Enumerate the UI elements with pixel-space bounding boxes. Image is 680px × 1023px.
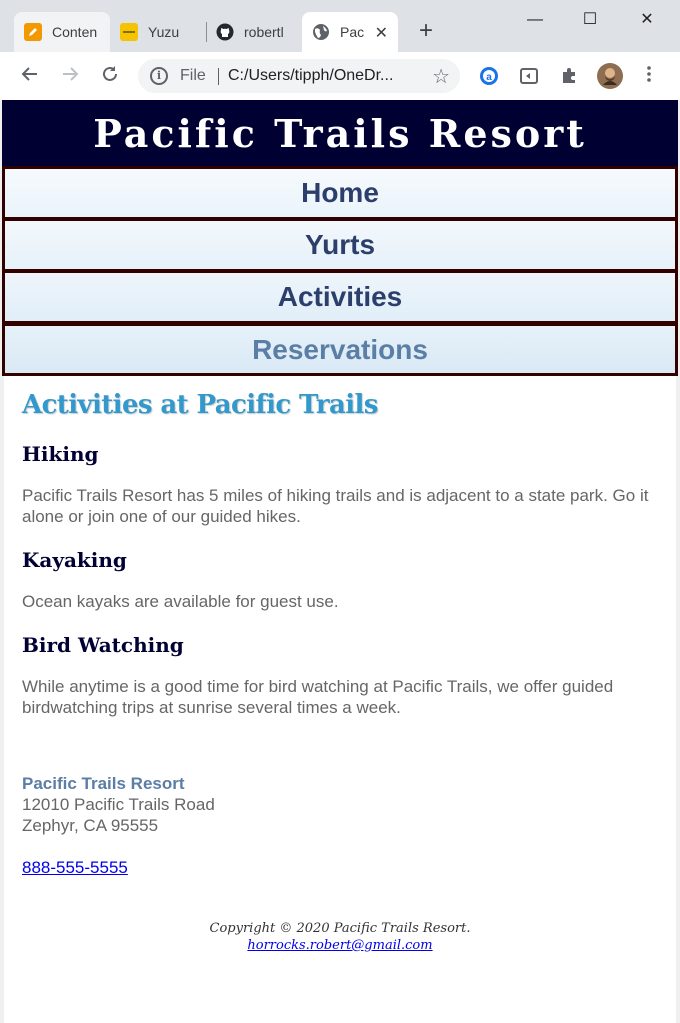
github-icon	[216, 23, 234, 41]
close-tab-icon[interactable]: ✕	[375, 23, 388, 43]
extension-a-icon[interactable]: a	[479, 66, 499, 86]
nav-home-link[interactable]: Home	[5, 169, 675, 217]
reload-icon[interactable]	[98, 64, 122, 88]
page-viewport: Pacific Trails Resort Home Yurts Activit…	[0, 100, 680, 1023]
contact-street: 12010 Pacific Trails Road	[22, 795, 215, 814]
hiking-text: Pacific Trails Resort has 5 miles of hik…	[22, 486, 649, 526]
tab-content[interactable]: Conten	[14, 12, 110, 52]
tab-yuzu[interactable]: Yuzu	[110, 12, 206, 52]
site-header: Pacific Trails Resort	[2, 100, 678, 166]
page-heading: Activities at Pacific Trails	[22, 390, 378, 420]
tab-title: Yuzu	[148, 24, 180, 40]
kayaking-heading: Kayaking	[22, 548, 127, 572]
phone-link[interactable]: 888-555-5555	[22, 857, 658, 878]
tab-github[interactable]: robertl	[206, 12, 302, 52]
site-footer: Copyright © 2020 Pacific Trails Resort. …	[0, 920, 680, 954]
contact-city: Zephyr, CA 95555	[22, 816, 159, 835]
minimize-button[interactable]: —	[523, 8, 547, 32]
hiking-heading: Hiking	[22, 442, 99, 466]
globe-icon	[312, 23, 330, 41]
contact-info: Pacific Trails Resort 12010 Pacific Trai…	[22, 773, 658, 878]
puzzle-extensions-icon[interactable]	[559, 66, 579, 86]
nav-reservations-link[interactable]: Reservations	[5, 326, 675, 373]
bookmark-star-icon[interactable]: ☆	[432, 64, 450, 89]
forward-arrow-icon[interactable]	[58, 64, 82, 88]
new-tab-button[interactable]: +	[414, 19, 438, 44]
main-content: Activities at Pacific Trails Hiking Paci…	[22, 390, 658, 718]
tab-title: Pac	[340, 24, 365, 40]
info-icon[interactable]: i	[150, 67, 168, 85]
nav-activities-link[interactable]: Activities	[5, 273, 675, 321]
scheme-label: File	[180, 67, 206, 84]
tab-active[interactable]: Pac ✕	[302, 12, 398, 52]
address-bar[interactable]: i File C:/Users/tipph/OneDr... ☆	[138, 59, 460, 93]
yuzu-icon	[120, 23, 138, 41]
tab-title: Conten	[52, 24, 98, 40]
kayaking-text: Ocean kayaks are available for guest use…	[22, 592, 339, 611]
copyright-text: Copyright © 2020 Pacific Trails Resort.	[209, 921, 471, 936]
tab-strip: Conten Yuzu robertl Pac ✕ + — ☐ ✕	[0, 0, 680, 52]
tab-title: robertl	[244, 24, 284, 40]
maximize-button[interactable]: ☐	[578, 8, 602, 32]
site-title: Pacific Trails Resort	[93, 110, 587, 156]
email-link[interactable]: horrocks.robert@gmail.com	[247, 938, 432, 953]
cast-icon[interactable]	[519, 66, 539, 86]
nav-yurts-link[interactable]: Yurts	[5, 221, 675, 269]
browser-toolbar: i File C:/Users/tipph/OneDr... ☆ a	[0, 52, 680, 100]
url-text[interactable]: C:/Users/tipph/OneDr...	[228, 67, 422, 85]
svg-text:a: a	[486, 72, 492, 83]
address-separator	[218, 68, 219, 85]
close-window-button[interactable]: ✕	[635, 8, 659, 32]
pencil-icon	[24, 23, 42, 41]
main-nav: Home Yurts Activities Reservations	[2, 166, 678, 376]
back-arrow-icon[interactable]	[18, 64, 42, 88]
bird-watching-heading: Bird Watching	[22, 633, 184, 657]
bird-watching-text: While anytime is a good time for bird wa…	[22, 677, 614, 717]
contact-name: Pacific Trails Resort	[22, 774, 185, 793]
menu-kebab-icon[interactable]	[637, 64, 661, 88]
browser-chrome: Conten Yuzu robertl Pac ✕ + — ☐ ✕ i File…	[0, 0, 680, 100]
avatar[interactable]	[597, 63, 623, 89]
